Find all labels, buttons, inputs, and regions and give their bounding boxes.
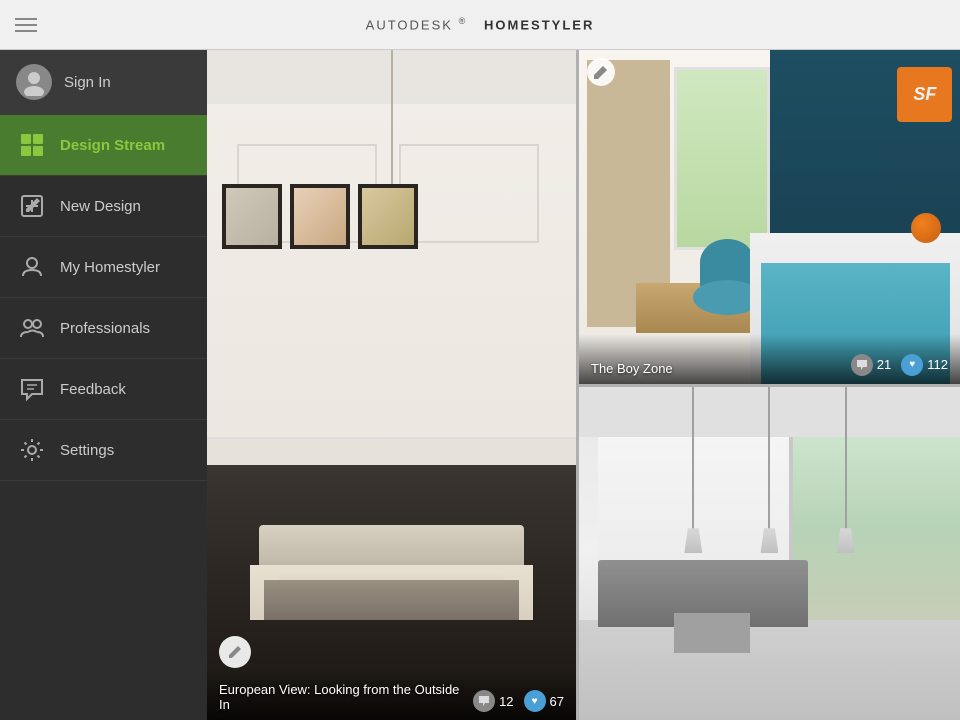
card-large-overlay: European View: Looking from the Outside … bbox=[207, 670, 576, 720]
edit-badge-large[interactable] bbox=[219, 636, 251, 668]
bed-mattress bbox=[250, 565, 532, 620]
bed-cover bbox=[264, 580, 518, 620]
mod-light-cord-2 bbox=[768, 387, 770, 554]
card-top-right-stats: 21 ♥ 112 bbox=[851, 354, 948, 376]
signin-label: Sign In bbox=[64, 74, 111, 91]
sidebar-label-professionals: Professionals bbox=[60, 320, 150, 337]
sidebar-label-new-design: New Design bbox=[60, 198, 141, 215]
professionals-icon bbox=[16, 312, 48, 344]
app-title: AUTODESK ® HOMESTYLER bbox=[366, 16, 595, 32]
comment-count-large: 12 bbox=[499, 694, 513, 709]
card-column: SF The Boy Zone bbox=[579, 50, 960, 720]
avatar bbox=[16, 64, 52, 100]
molding-right bbox=[399, 144, 539, 244]
mod-floor bbox=[579, 620, 960, 720]
like-stat-large: ♥ 67 bbox=[524, 690, 564, 712]
menu-button[interactable] bbox=[15, 18, 37, 32]
trademark: ® bbox=[459, 16, 468, 26]
card-large-stats: 12 ♥ 67 bbox=[473, 690, 564, 712]
art-frame-2 bbox=[290, 184, 350, 249]
card-large-title: European View: Looking from the Outside … bbox=[219, 682, 473, 712]
heart-icon-right: ♥ bbox=[901, 354, 923, 376]
main-content: European View: Looking from the Outside … bbox=[207, 50, 960, 720]
new-design-icon bbox=[16, 190, 48, 222]
sidebar: Sign In Design Stream New Design bbox=[0, 50, 207, 720]
bedroom-scene bbox=[207, 50, 576, 720]
art-frame-3 bbox=[358, 184, 418, 249]
sf-giants-sign: SF bbox=[897, 67, 952, 122]
bz-chair-back bbox=[700, 239, 755, 286]
comment-count-right: 21 bbox=[877, 357, 891, 372]
artwork-area bbox=[222, 184, 418, 249]
card-bottom-right[interactable] bbox=[579, 384, 960, 720]
mod-light-shade-1 bbox=[684, 528, 702, 553]
sidebar-item-feedback[interactable]: Feedback bbox=[0, 359, 207, 420]
sidebar-item-professionals[interactable]: Professionals bbox=[0, 298, 207, 359]
mod-light-cord-3 bbox=[845, 387, 847, 554]
settings-icon bbox=[16, 434, 48, 466]
card-top-right-title: The Boy Zone bbox=[591, 361, 673, 376]
comment-bubble-large bbox=[473, 690, 495, 712]
art-frame-1 bbox=[222, 184, 282, 249]
sidebar-label-design-stream: Design Stream bbox=[60, 137, 165, 154]
feedback-icon bbox=[16, 373, 48, 405]
like-count-large: 67 bbox=[550, 694, 564, 709]
mod-light-shade-3 bbox=[837, 528, 855, 553]
sidebar-item-design-stream[interactable]: Design Stream bbox=[0, 115, 207, 176]
mod-table bbox=[674, 613, 750, 653]
design-stream-icon bbox=[16, 129, 48, 161]
bz-window bbox=[674, 67, 769, 250]
sidebar-item-signin[interactable]: Sign In bbox=[0, 50, 207, 115]
sidebar-item-settings[interactable]: Settings bbox=[0, 420, 207, 481]
mod-light-shade-2 bbox=[760, 528, 778, 553]
my-homestyler-icon bbox=[16, 251, 48, 283]
sidebar-label-feedback: Feedback bbox=[60, 381, 126, 398]
comment-stat-large: 12 bbox=[473, 690, 513, 712]
mod-lights bbox=[655, 387, 884, 554]
card-top-right-overlay: The Boy Zone 21 ♥ 112 bbox=[579, 334, 960, 384]
sidebar-label-my-homestyler: My Homestyler bbox=[60, 259, 160, 276]
heart-icon-large: ♥ bbox=[524, 690, 546, 712]
mod-light-cord-1 bbox=[692, 387, 694, 554]
sidebar-item-new-design[interactable]: New Design bbox=[0, 176, 207, 237]
comment-bubble-right bbox=[851, 354, 873, 376]
app-header: AUTODESK ® HOMESTYLER bbox=[0, 0, 960, 50]
bed-headboard bbox=[259, 525, 525, 565]
comment-stat-right: 21 bbox=[851, 354, 891, 376]
card-large[interactable]: European View: Looking from the Outside … bbox=[207, 50, 579, 720]
like-count-right: 112 bbox=[927, 357, 948, 372]
edit-badge-small[interactable] bbox=[587, 58, 615, 86]
sidebar-item-my-homestyler[interactable]: My Homestyler bbox=[0, 237, 207, 298]
like-stat-right: ♥ 112 bbox=[901, 354, 948, 376]
app-name: HOMESTYLER bbox=[484, 18, 594, 33]
sidebar-label-settings: Settings bbox=[60, 442, 114, 459]
bed bbox=[225, 525, 557, 620]
modern-scene bbox=[579, 387, 960, 720]
card-top-right[interactable]: SF The Boy Zone bbox=[579, 50, 960, 384]
brand-name: AUTODESK bbox=[366, 18, 453, 33]
